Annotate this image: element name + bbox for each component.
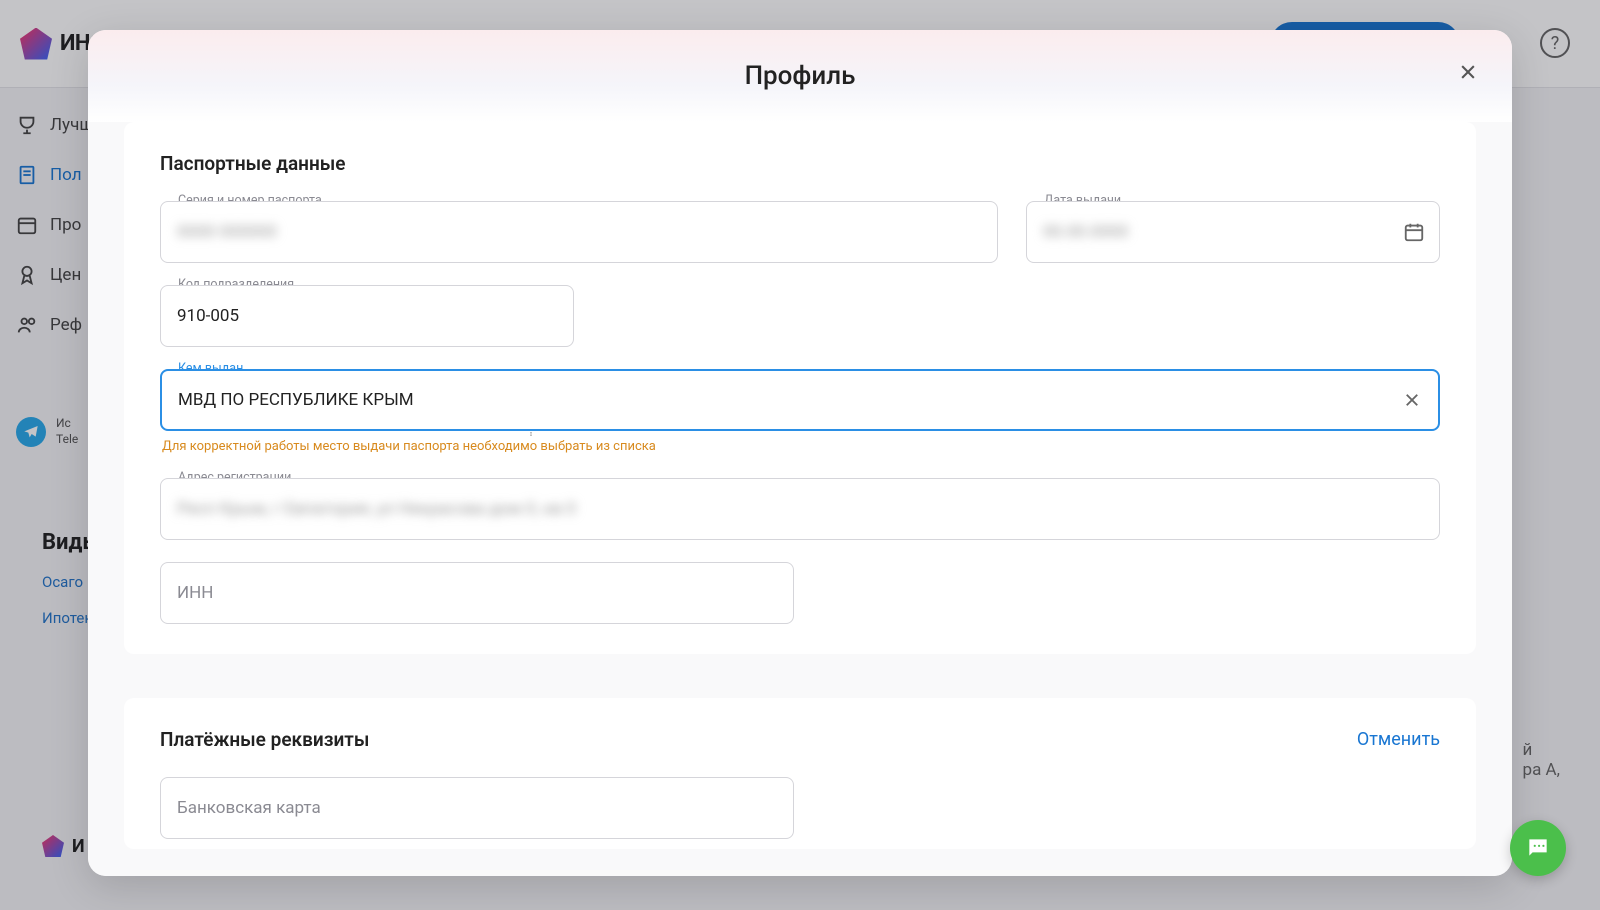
clear-issuer-button[interactable]: [1402, 390, 1422, 410]
dept-code-input[interactable]: 910-005: [160, 285, 574, 347]
dept-code-field: Код подразделения 910-005: [160, 285, 574, 347]
chat-icon: [1525, 835, 1551, 861]
text-cursor-icon: [530, 424, 532, 444]
issuer-input[interactable]: МВД ПО РЕСПУБЛИКЕ КРЫМ: [160, 369, 1440, 431]
issuer-field: Кем выдан МВД ПО РЕСПУБЛИКЕ КРЫМ: [160, 369, 1440, 431]
modal-close-button[interactable]: [1450, 54, 1486, 90]
address-field: Адрес регистрации Респ Крым, г Евпатория…: [160, 478, 1440, 540]
passport-series-input[interactable]: 0000 000000: [160, 201, 998, 263]
close-icon: [1458, 62, 1478, 82]
passport-date-input[interactable]: 00.00.0000: [1026, 201, 1440, 263]
address-input[interactable]: Респ Крым, г Евпатория, ул Некрасова дом…: [160, 478, 1440, 540]
payment-cancel-button[interactable]: Отменить: [1357, 729, 1440, 750]
inn-field: ИНН: [160, 562, 794, 624]
passport-series-field: Серия и номер паспорта 0000 000000: [160, 201, 998, 263]
chat-button[interactable]: [1510, 820, 1566, 876]
issuer-helper-text: Для корректной работы место выдачи паспо…: [160, 439, 1440, 454]
modal-title: Профиль: [745, 61, 856, 91]
modal-body[interactable]: Паспортные данные Серия и номер паспорта…: [88, 122, 1512, 876]
payment-section: Платёжные реквизиты Отменить Банковская …: [124, 698, 1476, 849]
modal-header: Профиль: [88, 30, 1512, 122]
bank-card-input[interactable]: Банковская карта: [160, 777, 794, 839]
passport-heading: Паспортные данные: [160, 152, 1440, 175]
passport-section: Паспортные данные Серия и номер паспорта…: [124, 122, 1476, 654]
calendar-icon[interactable]: [1403, 221, 1425, 243]
bank-card-field: Банковская карта: [160, 777, 794, 839]
profile-modal: Профиль Паспортные данные Серия и номер …: [88, 30, 1512, 876]
clear-icon: [1403, 391, 1421, 409]
payment-heading: Платёжные реквизиты: [160, 728, 369, 751]
passport-date-field: Дата выдачи 00.00.0000: [1026, 201, 1440, 263]
inn-input[interactable]: ИНН: [160, 562, 794, 624]
